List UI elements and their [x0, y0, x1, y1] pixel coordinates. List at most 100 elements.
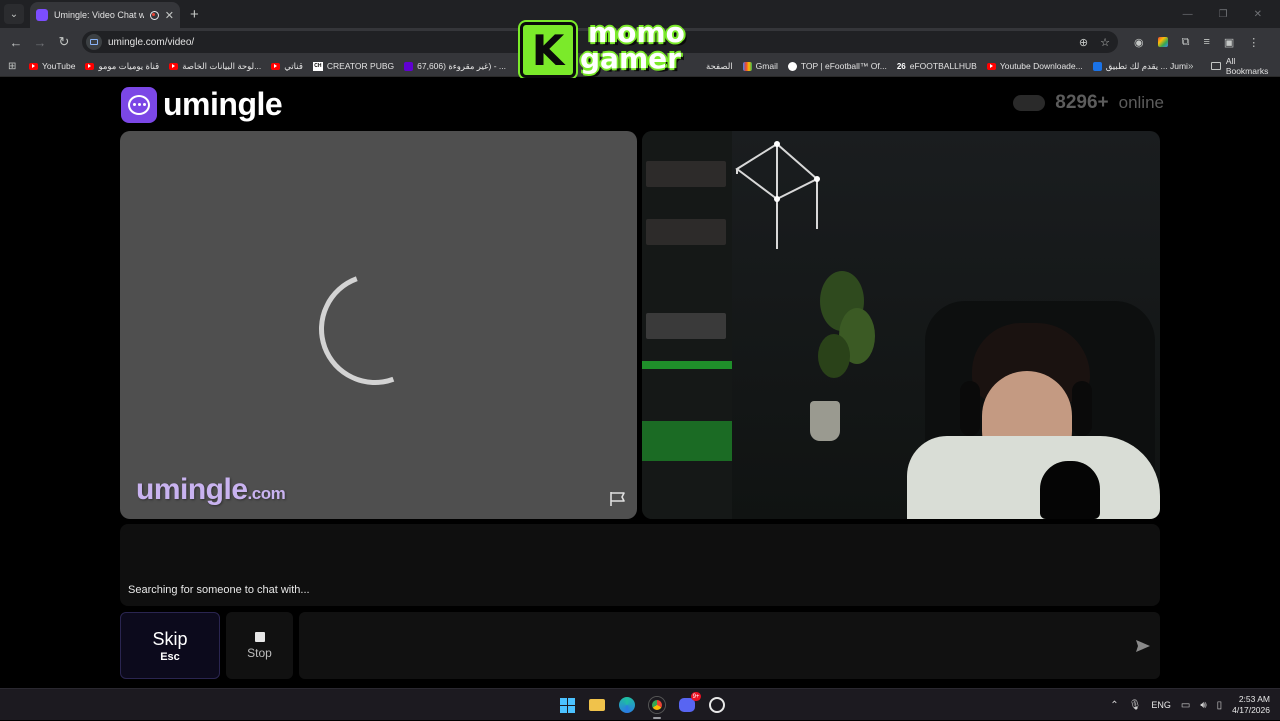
camera-extension-icon[interactable]: ◉: [1134, 36, 1144, 49]
bookmarks-overflow-icon[interactable]: »: [1188, 61, 1194, 72]
menu-kebab-icon[interactable]: ⋮: [1248, 36, 1259, 49]
bookmark-label: eFOOTBALLHUB: [909, 61, 977, 71]
watermark-suffix: .com: [247, 484, 286, 503]
bookmark-item[interactable]: الصفحة: [706, 61, 733, 72]
show-hidden-icons-icon[interactable]: ⌃: [1110, 700, 1118, 711]
bookmark-item[interactable]: CH CREATOR PUBG: [312, 61, 395, 71]
bookmark-item[interactable]: قناة يوميات مومو: [85, 61, 159, 72]
tab-title: Umingle: Video Chat with S: [54, 10, 144, 20]
recording-indicator-icon: [149, 10, 159, 20]
bookmark-label: الصفحة: [706, 60, 733, 71]
reload-icon[interactable]: ↻: [52, 34, 76, 50]
umingle-favicon-icon: [36, 9, 48, 21]
site-info-icon[interactable]: [86, 34, 102, 50]
clock-time: 2:53 AM: [1238, 694, 1270, 704]
camera-scene-plant: [818, 271, 875, 378]
camera-scene-shelf: [642, 131, 732, 519]
watermark-main: umingle: [136, 473, 248, 506]
bookmark-label: CREATOR PUBG: [326, 61, 395, 71]
omnibox-actions: ⊕ ☆: [1079, 36, 1110, 49]
loading-spinner-icon: [300, 254, 450, 404]
bookmark-star-icon[interactable]: ☆: [1100, 36, 1110, 49]
volume-icon[interactable]: 🔊︎: [1200, 700, 1206, 711]
hub-26-icon: 26: [896, 61, 906, 71]
discord-icon[interactable]: 9+: [676, 692, 701, 716]
online-label: online: [1118, 93, 1164, 112]
tab-close-icon[interactable]: ✕: [165, 9, 174, 22]
browser-tab[interactable]: Umingle: Video Chat with S ✕: [30, 2, 180, 28]
github-icon[interactable]: [706, 694, 728, 716]
battery-icon[interactable]: ▯: [1217, 700, 1223, 711]
jumia-icon: [1092, 61, 1102, 71]
report-flag-icon[interactable]: [609, 491, 627, 507]
bookmark-item[interactable]: YouTube: [29, 61, 75, 71]
online-counter: 8296+ online: [1013, 92, 1164, 114]
camera-scene-lamp: [735, 141, 820, 249]
overlay-logo-line2: gamer: [580, 42, 681, 75]
bookmark-item[interactable]: 67,606) غير مقروءة) - ...: [404, 61, 506, 72]
youtube-icon: [271, 62, 281, 70]
taskbar-clock[interactable]: 2:53 AM 4/17/2026: [1232, 694, 1270, 716]
restore-icon[interactable]: ❐: [1219, 9, 1228, 20]
clock-date: 4/17/2026: [1232, 705, 1270, 715]
youtube-icon: [29, 62, 39, 70]
online-count: 8296+: [1055, 92, 1109, 113]
tab-search-icon[interactable]: ⌄: [4, 4, 24, 24]
chat-bubble-icon: [121, 86, 157, 123]
extensions-puzzle-icon[interactable]: ⧉: [1182, 36, 1190, 49]
bookmark-label: 67,606) غير مقروءة) - ...: [417, 60, 506, 71]
camera-scene-microphone: [1040, 461, 1100, 519]
network-icon[interactable]: ▭: [1181, 700, 1190, 711]
stranger-video-panel: umingle.com: [120, 131, 637, 519]
extensions-toolbar: ◉ ⧉ ≡ ▣ ⋮: [1134, 36, 1259, 49]
headphone-right: [1072, 381, 1092, 436]
close-window-icon[interactable]: ✕: [1254, 9, 1262, 20]
skip-label: Skip: [152, 628, 188, 649]
edge-icon[interactable]: [616, 694, 638, 716]
bookmark-item[interactable]: Youtube Downloade...: [986, 61, 1083, 71]
site-logo[interactable]: umingle: [121, 86, 283, 123]
bookmark-item[interactable]: Gmail: [742, 61, 778, 71]
stop-button[interactable]: Stop: [226, 612, 293, 679]
bookmark-label: لوحة البيانات الخاصة...: [182, 60, 262, 71]
microphone-icon[interactable]: 🎙︎: [1129, 700, 1142, 711]
folder-icon: [1211, 62, 1221, 70]
overlay-logo-letter: K: [520, 22, 576, 78]
new-tab-button[interactable]: +: [190, 6, 199, 23]
video-watermark: umingle.com: [136, 473, 286, 507]
file-explorer-icon[interactable]: [586, 694, 608, 716]
colorful-extension-icon[interactable]: [1157, 37, 1168, 47]
bookmark-item[interactable]: 26 eFOOTBALLHUB: [897, 61, 977, 71]
forward-arrow-icon[interactable]: →: [28, 35, 52, 50]
camera-scene-pot: [810, 401, 840, 441]
bookmark-label: قناة يوميات مومو: [98, 60, 160, 71]
all-bookmarks-label: All Bookmarks: [1225, 56, 1269, 76]
windows-taskbar: 9+ ⌃ 🎙︎ ENG ▭ 🔊︎ ▯ 2:53 AM 4/17/2026: [0, 688, 1280, 720]
headphone-left: [960, 381, 980, 436]
minimize-icon[interactable]: —: [1183, 9, 1193, 20]
bookmark-item[interactable]: قناتي: [271, 61, 303, 72]
apps-grid-icon[interactable]: ⊞: [8, 61, 19, 72]
chrome-icon[interactable]: [646, 694, 668, 719]
bookmark-item[interactable]: لوحة البيانات الخاصة...: [169, 61, 261, 72]
stop-icon: [254, 631, 265, 642]
gmail-icon: [742, 61, 752, 71]
zoom-icon[interactable]: ⊕: [1079, 36, 1088, 49]
reading-list-icon[interactable]: ≡: [1203, 36, 1209, 48]
bookmark-item[interactable]: يقدم لك تطبيق ... Jumi: [1092, 61, 1188, 72]
bookmark-item[interactable]: TOP | eFootball™ Of...: [787, 61, 887, 71]
skip-button[interactable]: Skip Esc: [120, 612, 220, 679]
windows-start-icon[interactable]: [556, 694, 578, 716]
message-input[interactable]: [299, 612, 1160, 679]
taskbar-pinned-apps: 9+: [556, 692, 728, 719]
back-arrow-icon[interactable]: ←: [4, 35, 28, 50]
input-language[interactable]: ENG: [1151, 700, 1171, 710]
bookmark-label: YouTube: [42, 61, 76, 71]
streamer-overlay-logo: K momo gamer: [520, 19, 700, 80]
profile-avatar-icon[interactable]: ▣: [1224, 36, 1234, 49]
send-icon[interactable]: [1135, 639, 1151, 653]
all-bookmarks-button[interactable]: All Bookmarks: [1211, 56, 1270, 76]
bookmark-label: قناتي: [284, 60, 303, 71]
url-text[interactable]: umingle.com/video/: [108, 37, 194, 48]
overlay-logo-text: momo gamer: [580, 19, 700, 75]
